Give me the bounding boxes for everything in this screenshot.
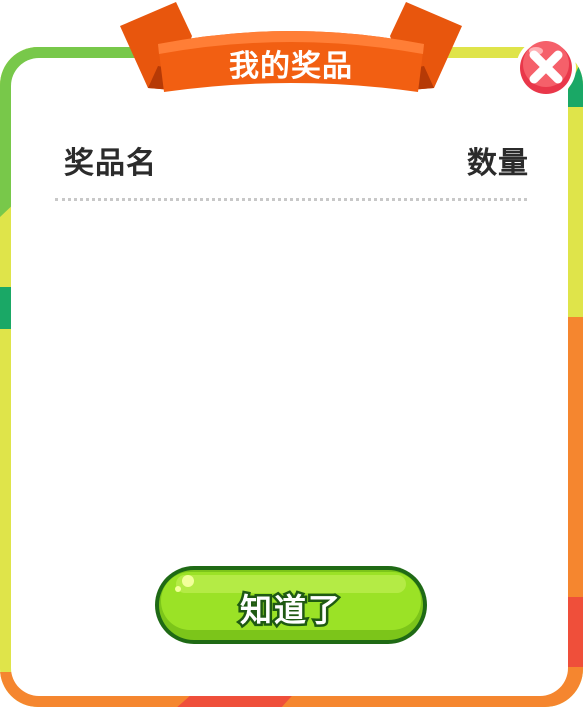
close-button[interactable] <box>514 35 578 99</box>
confirm-button[interactable]: 知道了 <box>154 565 428 645</box>
column-header-quantity: 数量 <box>467 146 529 181</box>
column-header-prize-name: 奖品名 <box>64 146 157 181</box>
prize-dialog: 我的奖品 奖品名 数量 知道了 <box>0 0 583 709</box>
confirm-button-label: 知道了 <box>237 589 342 632</box>
prize-list <box>55 205 527 545</box>
close-x-icon <box>516 38 576 98</box>
dialog-title: 我的奖品 <box>229 49 353 84</box>
header-divider <box>55 198 527 201</box>
title-ribbon: 我的奖品 <box>118 0 464 104</box>
